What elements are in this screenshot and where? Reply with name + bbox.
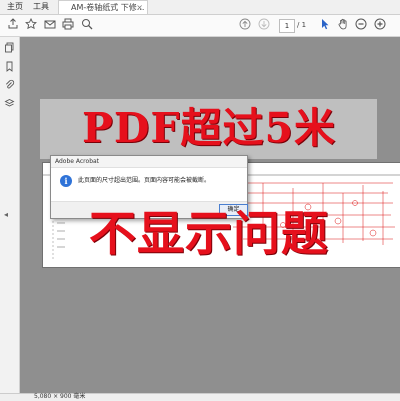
panel-toggle-icon[interactable]: ◂ bbox=[4, 210, 8, 219]
layers-icon[interactable] bbox=[3, 98, 16, 111]
info-icon: i bbox=[60, 175, 72, 187]
tab-document-label: AM-卷轴纸式 下修... bbox=[71, 3, 145, 12]
tab-tools[interactable]: 工具 bbox=[33, 0, 49, 14]
print-icon[interactable] bbox=[61, 18, 75, 32]
zoom-in-icon[interactable] bbox=[373, 18, 387, 32]
page-number-input[interactable]: 1 bbox=[279, 19, 295, 33]
left-navigation-rail: ◂ bbox=[0, 37, 20, 393]
bookmark-icon[interactable] bbox=[3, 61, 16, 74]
close-icon[interactable]: × bbox=[136, 1, 143, 14]
tab-home[interactable]: 主页 bbox=[7, 0, 23, 14]
headline-line-2: 不显示问题 bbox=[89, 207, 329, 262]
page-up-icon[interactable] bbox=[238, 18, 252, 32]
upload-icon[interactable] bbox=[6, 18, 20, 32]
headline-line-1: PDF超过5米 bbox=[81, 104, 337, 152]
copy-pages-icon[interactable] bbox=[3, 42, 16, 55]
hand-icon[interactable] bbox=[336, 18, 350, 32]
zoom-search-icon[interactable] bbox=[80, 18, 94, 32]
tab-bar: 主页 工具 AM-卷轴纸式 下修... × bbox=[0, 0, 400, 15]
page-down-icon[interactable] bbox=[257, 18, 271, 32]
dialog-title: Adobe Acrobat bbox=[51, 156, 247, 168]
cursor-icon[interactable] bbox=[318, 18, 332, 32]
email-icon[interactable] bbox=[43, 18, 57, 32]
dialog-message: 此页面的尺寸超出范围。页面内容可能会被截断。 bbox=[78, 177, 211, 184]
attachment-icon[interactable] bbox=[3, 79, 16, 92]
toolbar: 1 / 1 bbox=[0, 15, 400, 37]
page-total: / 1 bbox=[297, 21, 307, 29]
tab-document[interactable]: AM-卷轴纸式 下修... × bbox=[58, 0, 148, 14]
star-icon[interactable] bbox=[24, 17, 38, 32]
zoom-out-icon[interactable] bbox=[354, 18, 368, 32]
